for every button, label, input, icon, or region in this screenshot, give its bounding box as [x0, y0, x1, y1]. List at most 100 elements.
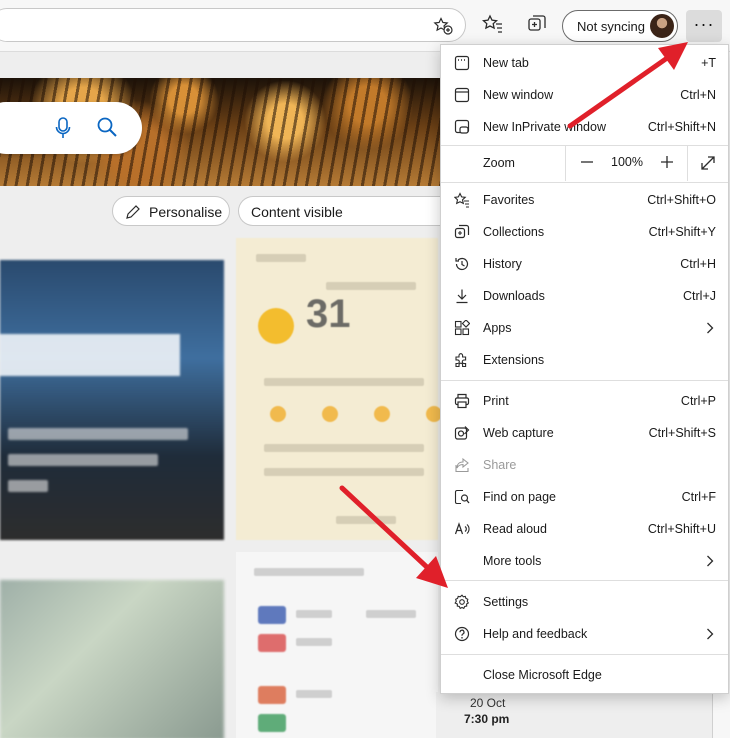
menu-separator — [441, 380, 728, 381]
menu-item-find-on-page[interactable]: Find on page Ctrl+F — [441, 481, 728, 513]
menu-item-history[interactable]: History Ctrl+H — [441, 248, 728, 280]
forecast-temps-line — [264, 444, 424, 452]
menu-item-help-and-feedback[interactable]: Help and feedback — [441, 618, 728, 650]
menu-item-label: Read aloud — [483, 522, 547, 536]
chevron-right-icon — [707, 322, 714, 334]
menu-item-more-tools[interactable]: More tools — [441, 545, 728, 577]
headline-line — [8, 454, 158, 466]
read-aloud-icon — [454, 522, 470, 535]
menu-item-shortcut: Ctrl+Shift+S — [648, 426, 716, 440]
news-card[interactable] — [0, 260, 224, 540]
menu-item-collections[interactable]: Collections Ctrl+Shift+Y — [441, 216, 728, 248]
menu-item-close-microsoft-edge[interactable]: Close Microsoft Edge — [441, 659, 728, 691]
menu-item-label: New tab — [483, 56, 529, 70]
menu-item-label: Print — [483, 394, 509, 408]
menu-item-label: Downloads — [483, 289, 545, 303]
menu-item-label: Extensions — [483, 353, 545, 367]
settings-icon — [454, 594, 470, 610]
menu-item-favorites[interactable]: Favorites Ctrl+Shift+O — [441, 184, 728, 216]
team-name-line — [296, 610, 332, 618]
sports-card[interactable] — [236, 552, 438, 738]
menu-item-label: New InPrivate window — [483, 120, 606, 134]
menu-item-new-inprivate-window[interactable]: New InPrivate window Ctrl+Shift+N — [441, 111, 728, 143]
zoom-row: Zoom 100% — [441, 145, 728, 181]
team-name-line — [296, 690, 332, 698]
menu-separator — [441, 580, 728, 581]
menu-item-shortcut: Ctrl+N — [680, 88, 716, 102]
menu-item-label: Settings — [483, 595, 529, 609]
weather-card[interactable]: 31 — [236, 238, 442, 540]
news-image-band — [0, 334, 180, 376]
menu-item-apps[interactable]: Apps — [441, 312, 728, 344]
help-icon — [454, 626, 470, 642]
menu-item-web-capture[interactable]: Web capture Ctrl+Shift+S — [441, 417, 728, 449]
match-time: 7:30 pm — [464, 712, 510, 726]
menu-item-label: Help and feedback — [483, 627, 588, 641]
weather-header-line — [256, 254, 306, 262]
personalise-label: Personalise — [149, 204, 223, 220]
microphone-icon[interactable] — [55, 116, 71, 140]
profile-sync-button[interactable]: Not syncing — [562, 10, 678, 42]
menu-item-downloads[interactable]: Downloads Ctrl+J — [441, 280, 728, 312]
menu-item-shortcut: Ctrl+F — [681, 490, 716, 504]
search-icon[interactable] — [96, 116, 118, 138]
address-bar[interactable] — [0, 8, 466, 42]
chevron-right-icon — [707, 555, 714, 567]
content-visibility-dropdown[interactable]: Content visible — [238, 196, 458, 226]
menu-item-new-window[interactable]: New window Ctrl+N — [441, 79, 728, 111]
inprivate-icon — [454, 119, 470, 134]
web-search-box[interactable] — [0, 102, 142, 154]
web-capture-icon — [454, 426, 470, 440]
sports-header-line — [254, 568, 364, 576]
menu-item-label: More tools — [483, 554, 542, 568]
menu-item-label: Close Microsoft Edge — [483, 668, 602, 682]
extensions-icon — [455, 353, 467, 368]
chevron-right-icon — [707, 628, 714, 640]
new-tab-icon — [454, 55, 470, 71]
team-flag — [258, 606, 286, 624]
apps-icon — [454, 320, 470, 336]
weather-location-line — [326, 282, 416, 290]
menu-item-shortcut: Ctrl+Shift+Y — [648, 225, 716, 239]
zoom-value: 100% — [611, 155, 643, 169]
favorites-icon — [454, 192, 469, 208]
forecast-temps-line — [264, 468, 424, 476]
collections-icon — [454, 224, 470, 239]
team-flag — [258, 714, 286, 732]
favorites-icon[interactable] — [482, 13, 504, 35]
zoom-in-icon[interactable] — [658, 153, 676, 171]
menu-item-print[interactable]: Print Ctrl+P — [441, 385, 728, 417]
menu-separator — [441, 182, 728, 183]
forecast-sun-icon — [270, 406, 286, 422]
content-visibility-label: Content visible — [251, 204, 343, 220]
news-card[interactable] — [0, 580, 224, 738]
menu-item-shortcut: Ctrl+J — [683, 289, 716, 303]
menu-item-shortcut: Ctrl+Shift+N — [647, 120, 716, 134]
menu-item-shortcut: Ctrl+H — [680, 257, 716, 271]
menu-item-settings[interactable]: Settings — [441, 586, 728, 618]
menu-item-label: Collections — [483, 225, 545, 239]
new-window-icon — [454, 87, 470, 103]
menu-separator — [441, 654, 728, 655]
personalise-button[interactable]: Personalise — [112, 196, 230, 226]
menu-item-new-tab[interactable]: New tab +T — [441, 47, 728, 79]
menu-item-shortcut: +T — [701, 56, 716, 70]
forecast-sun-icon — [322, 406, 338, 422]
downloads-icon — [456, 289, 468, 304]
zoom-label: Zoom — [483, 156, 515, 170]
collections-icon[interactable] — [526, 13, 548, 35]
zoom-control: 100% — [565, 145, 688, 181]
print-icon — [454, 393, 470, 409]
add-favorite-icon[interactable] — [433, 17, 453, 35]
zoom-out-icon[interactable] — [578, 153, 596, 171]
sync-status-label: Not syncing — [577, 19, 645, 34]
headline-line — [8, 480, 48, 492]
settings-and-more-button[interactable]: ··· — [686, 10, 722, 42]
menu-item-extensions[interactable]: Extensions — [441, 344, 728, 376]
menu-item-read-aloud[interactable]: Read aloud Ctrl+Shift+U — [441, 513, 728, 545]
menu-item-shortcut: Ctrl+Shift+U — [647, 522, 716, 536]
menu-item-shortcut: Ctrl+P — [680, 394, 716, 408]
avatar — [650, 14, 674, 38]
fullscreen-icon[interactable] — [699, 154, 717, 172]
team-name-line — [296, 638, 332, 646]
